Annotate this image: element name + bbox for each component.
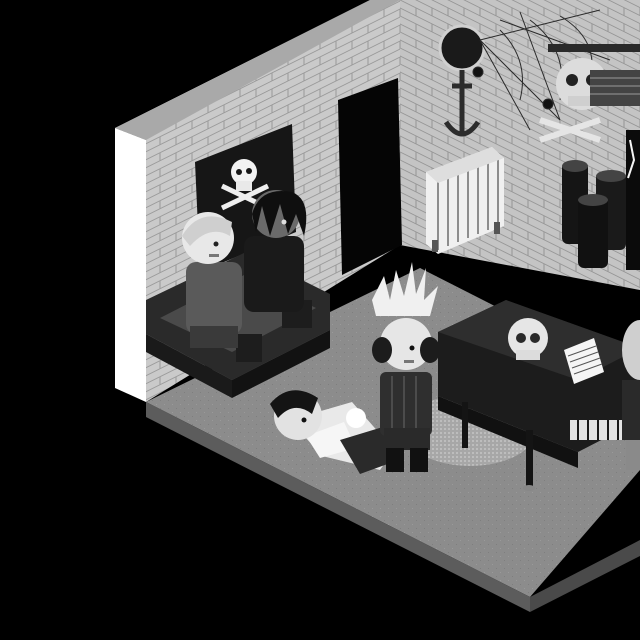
doorway[interactable] [338, 78, 402, 275]
game-viewport[interactable] [0, 0, 640, 640]
character-sitting-dreadlocks[interactable] [244, 190, 307, 312]
character-sitting-light-hair[interactable] [182, 212, 242, 348]
